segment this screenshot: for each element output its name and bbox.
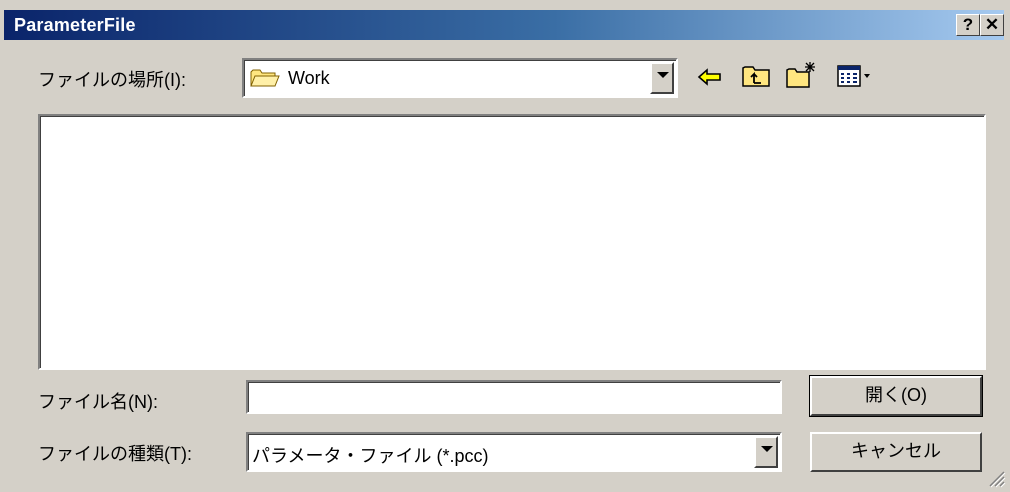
help-button[interactable]: ? xyxy=(956,14,980,36)
title-bar[interactable]: ParameterFile ? ✕ xyxy=(4,10,1004,40)
file-type-label: ファイルの種類(T): xyxy=(38,444,192,464)
view-menu-icon[interactable] xyxy=(836,64,874,88)
folder-icon xyxy=(250,69,280,87)
window-title: ParameterFile xyxy=(14,15,136,35)
chevron-down-icon xyxy=(657,72,669,78)
look-in-combobox[interactable]: Work xyxy=(242,58,678,98)
back-arrow-icon[interactable] xyxy=(696,64,724,90)
resize-grip-icon[interactable] xyxy=(986,468,1006,488)
cancel-button[interactable]: キャンセル xyxy=(810,432,982,472)
look-in-value: Work xyxy=(288,68,330,88)
file-name-input[interactable] xyxy=(246,380,782,414)
file-type-combobox[interactable]: パラメータ・ファイル (*.pcc) xyxy=(246,432,782,472)
new-folder-icon[interactable] xyxy=(784,60,818,90)
open-button[interactable]: 開く(O) xyxy=(809,375,983,417)
up-one-level-icon[interactable] xyxy=(740,62,772,90)
chevron-down-icon xyxy=(761,446,773,452)
file-name-label: ファイル名(N): xyxy=(38,392,158,412)
file-open-dialog: ParameterFile ? ✕ ファイルの場所(I): Work ファイル名… xyxy=(0,0,1010,492)
file-type-value: パラメータ・ファイル (*.pcc) xyxy=(252,446,489,466)
look-in-label: ファイルの場所(I): xyxy=(38,70,186,90)
file-type-dropdown-button[interactable] xyxy=(754,436,778,468)
close-button[interactable]: ✕ xyxy=(980,14,1004,36)
look-in-dropdown-button[interactable] xyxy=(650,62,674,94)
file-list-pane[interactable] xyxy=(38,114,986,370)
